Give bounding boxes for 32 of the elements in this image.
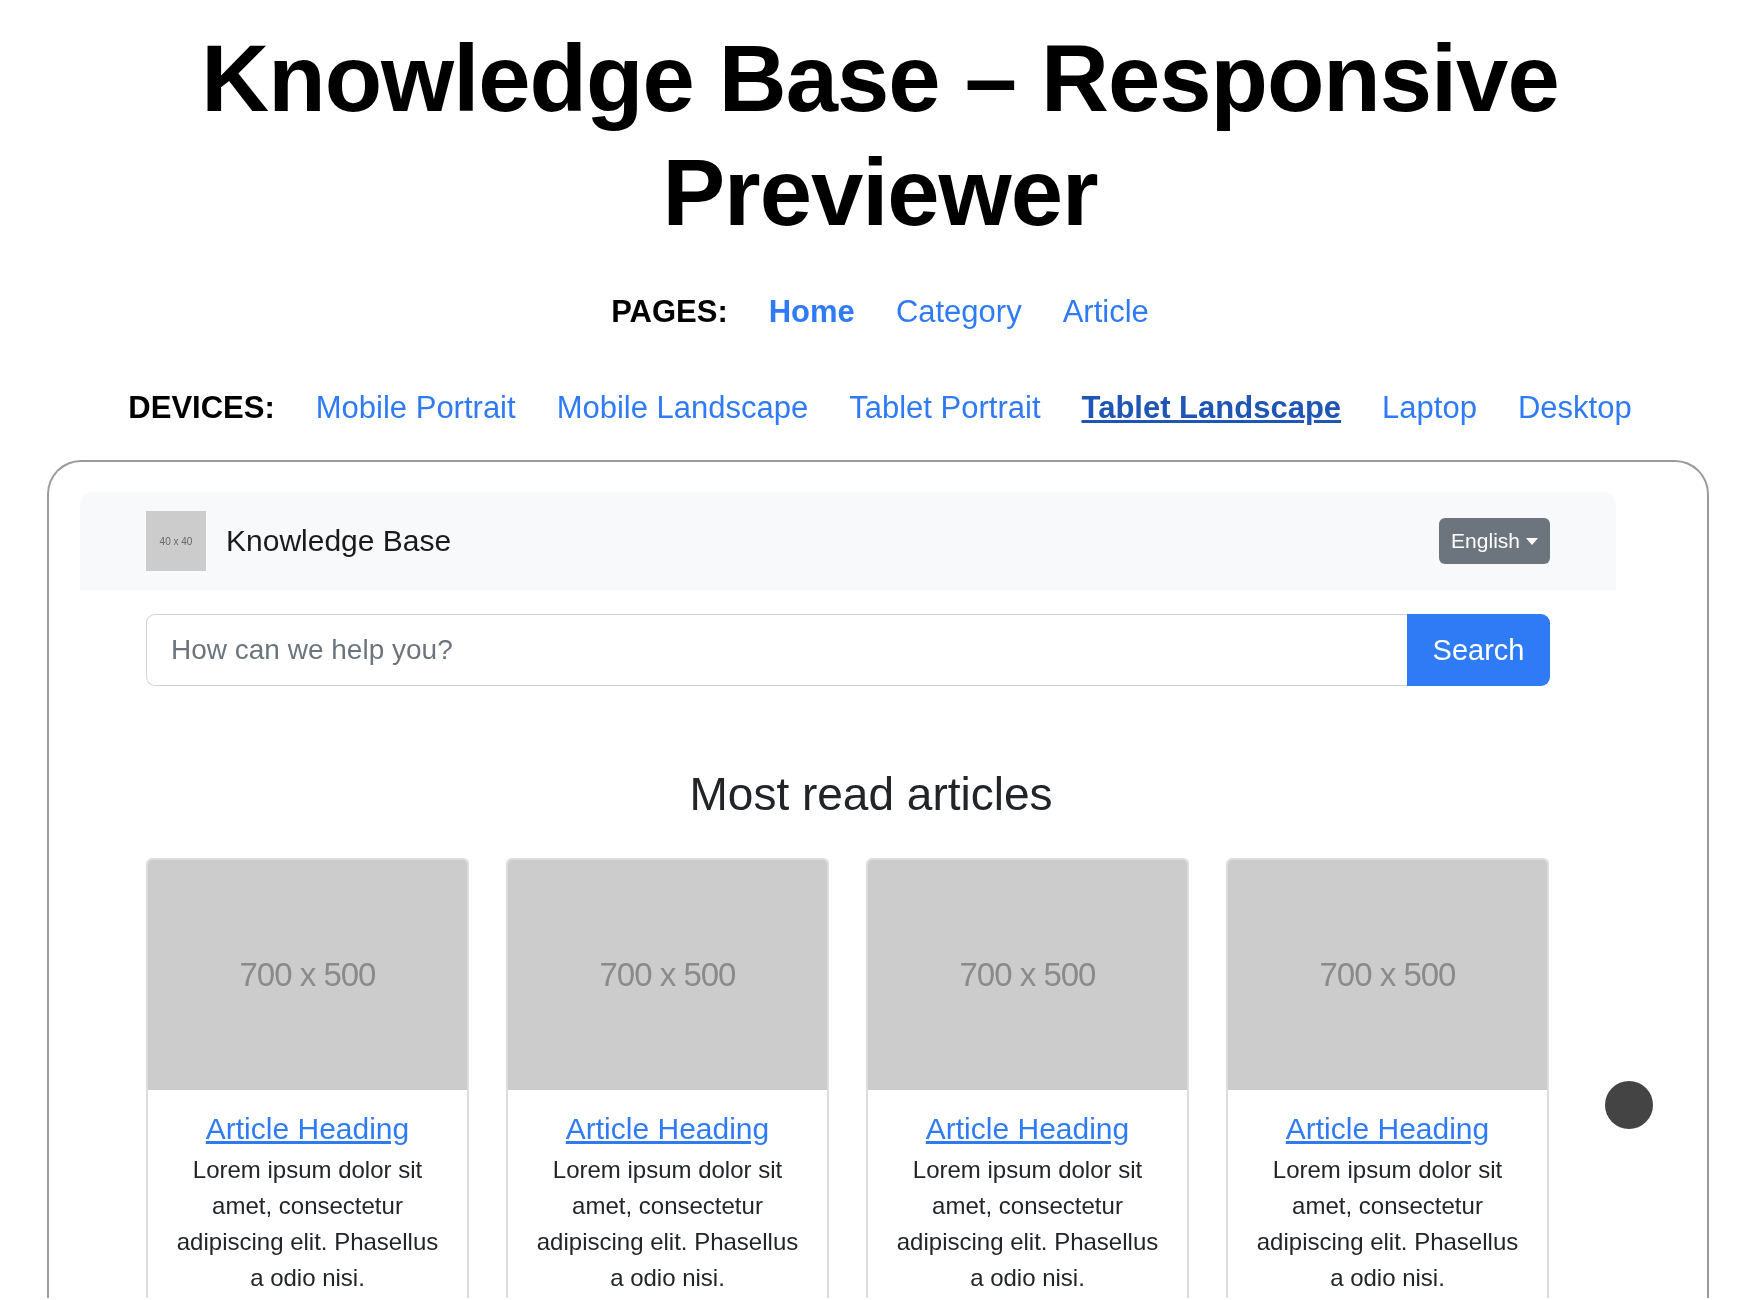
device-link[interactable]: Laptop (1382, 390, 1477, 426)
search-button[interactable]: Search (1407, 614, 1550, 686)
device-link[interactable]: Desktop (1517, 390, 1632, 426)
placeholder-size: 40 x 40 (159, 535, 193, 547)
article-summary: Lorem ipsum dolor sit amet, consectetur adipiscing elit. Phasellus a odio nisi. (1255, 1155, 1520, 1293)
device-link[interactable]: Mobile Portrait (315, 390, 516, 426)
language-dropdown[interactable]: English (1439, 518, 1550, 564)
floating-dot[interactable] (1605, 1081, 1653, 1129)
brand-name: Knowledge Base (226, 524, 452, 558)
article-heading[interactable]: Article Heading (925, 1112, 1130, 1145)
page-title: Knowledge Base – Responsive Previewer (200, 25, 1560, 247)
page-link[interactable]: Home (768, 294, 855, 330)
nav-label: DEVICES: (128, 390, 275, 426)
article-summary: Lorem ipsum dolor sit amet, consectetur adipiscing elit. Phasellus a odio nisi. (175, 1155, 440, 1293)
page-link[interactable]: Article (1062, 294, 1149, 330)
placeholder-size: 700 x 500 (959, 956, 1096, 994)
article-heading[interactable]: Article Heading (1285, 1112, 1490, 1145)
device-link[interactable]: Tablet Landscape (1081, 390, 1342, 426)
device-link[interactable]: Mobile Landscape (556, 390, 809, 426)
caret-icon (1526, 537, 1538, 545)
placeholder-size: 700 x 500 (599, 956, 736, 994)
article-summary: Lorem ipsum dolor sit amet, consectetur adipiscing elit. Phasellus a odio nisi. (535, 1155, 800, 1293)
nav-label: PAGES: (611, 294, 728, 330)
placeholder-size: 700 x 500 (1319, 956, 1456, 994)
placeholder-size: 700 x 500 (239, 956, 376, 994)
device-link[interactable]: Tablet Portrait (849, 390, 1041, 426)
article-heading[interactable]: Article Heading (205, 1112, 410, 1145)
search-field[interactable]: How can we help you? (146, 614, 1407, 686)
article-summary: Lorem ipsum dolor sit amet, consectetur adipiscing elit. Phasellus a odio nisi. (895, 1155, 1160, 1293)
page-link[interactable]: Category (895, 294, 1022, 330)
article-heading[interactable]: Article Heading (565, 1112, 770, 1145)
section-title: Most read articles (688, 767, 1054, 822)
